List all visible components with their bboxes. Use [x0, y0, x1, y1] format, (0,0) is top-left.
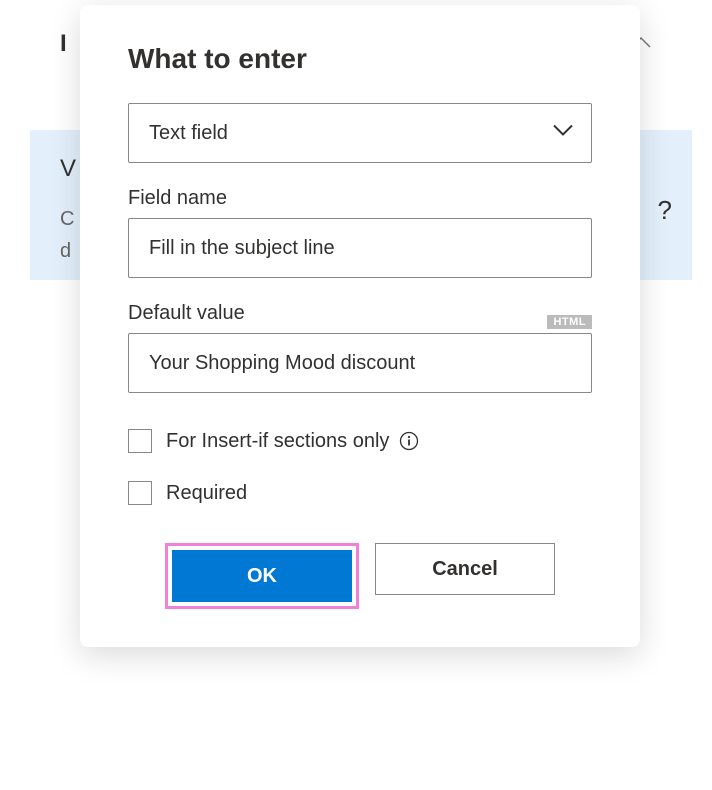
cancel-button[interactable]: Cancel [375, 543, 555, 595]
backdrop-partial-text: V [60, 155, 76, 183]
ok-button-highlight: OK [165, 543, 359, 609]
html-badge: HTML [547, 315, 592, 329]
insert-if-label: For Insert-if sections only [166, 430, 389, 453]
required-label: Required [166, 482, 247, 505]
dialog-title: What to enter [128, 43, 592, 75]
field-name-input[interactable] [128, 218, 592, 278]
info-icon[interactable] [399, 431, 419, 451]
backdrop-partial-text: d [60, 240, 71, 263]
field-name-label: Field name [128, 187, 592, 210]
backdrop-partial-text: C [60, 208, 74, 231]
default-value-input[interactable] [128, 333, 592, 393]
field-type-select[interactable]: Text field [128, 103, 592, 163]
ok-button[interactable]: OK [172, 550, 352, 602]
field-type-selected-value: Text field [149, 122, 228, 145]
insert-if-checkbox[interactable] [128, 429, 152, 453]
required-checkbox[interactable] [128, 481, 152, 505]
dialog-button-row: OK Cancel [128, 543, 592, 609]
default-value-label: Default value [128, 302, 592, 325]
backdrop-partial-text: I [60, 30, 67, 58]
backdrop-partial-text: ? [658, 195, 672, 226]
what-to-enter-dialog: What to enter Text field Field name Defa… [80, 5, 640, 647]
